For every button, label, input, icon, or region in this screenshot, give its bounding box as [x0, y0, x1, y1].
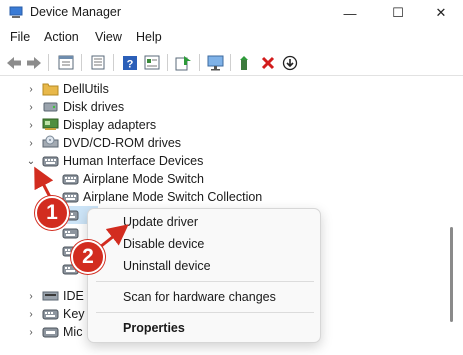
tree-item-airplane-mode-switch[interactable]: Airplane Mode Switch: [0, 170, 455, 188]
menu-uninstall-device[interactable]: Uninstall device: [123, 259, 211, 273]
maximize-button[interactable]: ☐: [375, 0, 421, 26]
help-icon[interactable]: ?: [120, 53, 139, 72]
toolbar-separator: [48, 54, 49, 71]
title-bar: Device Manager — ☐ ✕: [0, 0, 463, 26]
close-button[interactable]: ✕: [418, 0, 463, 26]
tree-label: DVD/CD-ROM drives: [63, 136, 182, 150]
chevron-right-icon[interactable]: ›: [26, 137, 36, 149]
menu-update-driver[interactable]: Update driver: [123, 215, 198, 229]
toolbar-separator: [81, 54, 82, 71]
uninstall-icon[interactable]: [258, 53, 277, 72]
toolbar-separator: [167, 54, 168, 71]
chevron-right-icon[interactable]: ›: [26, 290, 36, 302]
tree-label: Mic: [63, 325, 83, 339]
chevron-down-icon[interactable]: ⌄: [26, 155, 36, 167]
tree-item-hid-child[interactable]: [0, 242, 80, 260]
step-1-badge: 1: [35, 196, 69, 230]
tree-label: Human Interface Devices: [63, 154, 204, 168]
chevron-right-icon[interactable]: ›: [26, 308, 36, 320]
tree-label: DellUtils: [63, 82, 109, 96]
menu-bar: File Action View Help: [0, 27, 463, 49]
hid-icon: [42, 156, 59, 167]
menu-separator: [96, 312, 314, 313]
keyboard-icon: [42, 309, 59, 320]
tree-item-hid-child[interactable]: [0, 260, 80, 278]
toolbar-separator: [230, 54, 231, 71]
toolbar-separator: [199, 54, 200, 71]
monitor-icon[interactable]: [206, 53, 225, 72]
ide-controller-icon: [42, 291, 59, 301]
menu-file[interactable]: File: [10, 30, 30, 44]
context-menu: Update driver Disable device Uninstall d…: [87, 208, 321, 343]
toolbar: ?: [0, 49, 463, 76]
tree-label: Key: [63, 307, 85, 321]
chevron-right-icon[interactable]: ›: [26, 326, 36, 338]
menu-disable-device[interactable]: Disable device: [123, 237, 204, 251]
svg-text:?: ?: [126, 58, 133, 70]
device-manager-icon: [9, 6, 23, 18]
chevron-right-icon[interactable]: ›: [26, 119, 36, 131]
tree-item-airplane-mode-switch-collection[interactable]: Airplane Mode Switch Collection: [0, 188, 455, 206]
tree-item-disk-drives[interactable]: › Disk drives: [0, 98, 455, 116]
menu-view[interactable]: View: [95, 30, 122, 44]
mouse-icon: [42, 327, 59, 338]
add-driver-icon[interactable]: [236, 53, 255, 72]
tree-label: Airplane Mode Switch Collection: [83, 190, 263, 204]
tree-label: Display adapters: [63, 118, 157, 132]
disable-icon[interactable]: [280, 53, 299, 72]
tree-item-display-adapters[interactable]: › Display adapters: [0, 116, 455, 134]
menu-scan-hardware[interactable]: Scan for hardware changes: [123, 290, 276, 304]
display-adapter-icon: [42, 118, 59, 130]
menu-properties[interactable]: Properties: [123, 321, 185, 335]
update-icon[interactable]: [174, 53, 193, 72]
chevron-right-icon[interactable]: ›: [26, 83, 36, 95]
window-title: Device Manager: [30, 5, 122, 19]
chevron-right-icon[interactable]: ›: [26, 101, 36, 113]
tree-label: Airplane Mode Switch: [83, 172, 204, 186]
hid-device-icon: [62, 228, 79, 239]
tree-item-dvd-drives[interactable]: › DVD/CD-ROM drives: [0, 134, 455, 152]
tree-item-hid-child[interactable]: [0, 224, 80, 242]
step-2-badge: 2: [71, 240, 105, 274]
back-icon[interactable]: [4, 53, 23, 72]
folder-icon: [42, 83, 59, 96]
forward-icon[interactable]: [24, 53, 43, 72]
hid-device-icon: [62, 174, 79, 185]
menu-help[interactable]: Help: [136, 30, 162, 44]
disk-drive-icon: [43, 102, 58, 112]
toolbar-separator: [113, 54, 114, 71]
tree-label: Disk drives: [63, 100, 125, 114]
minimize-button[interactable]: —: [327, 0, 373, 26]
properties-icon[interactable]: [56, 53, 75, 72]
list-icon[interactable]: [88, 53, 107, 72]
vertical-scrollbar[interactable]: [450, 227, 453, 322]
tree-item-dellutils[interactable]: › DellUtils: [0, 80, 455, 98]
tree-label: IDE: [63, 289, 84, 303]
menu-action[interactable]: Action: [44, 30, 79, 44]
menu-separator: [96, 281, 314, 282]
dvd-drive-icon: [42, 135, 59, 148]
tree-item-human-interface-devices[interactable]: ⌄ Human Interface Devices: [0, 152, 455, 170]
details-icon[interactable]: [142, 53, 161, 72]
